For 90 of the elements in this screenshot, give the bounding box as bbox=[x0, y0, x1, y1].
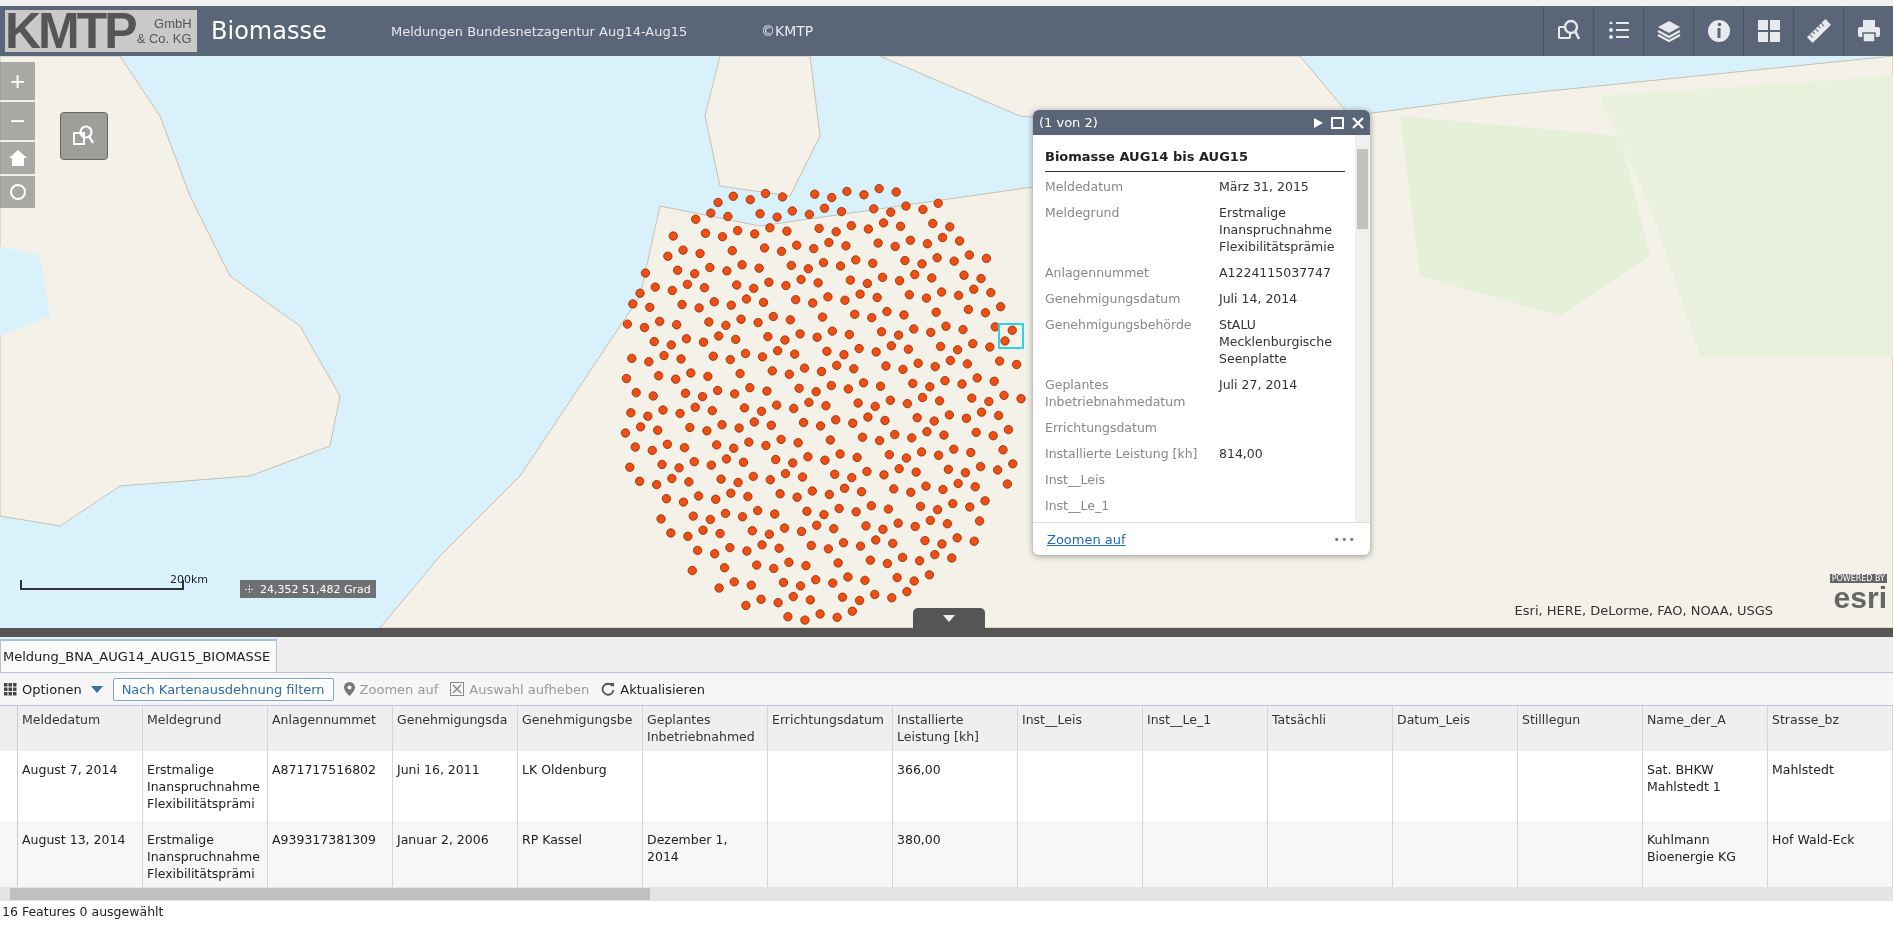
column-header[interactable]: Stilllegun bbox=[1518, 706, 1643, 751]
column-header[interactable]: Errichtungsdatum bbox=[768, 706, 893, 751]
home-button[interactable] bbox=[0, 142, 35, 174]
table-cell: Dezember 1, 2014 bbox=[643, 821, 768, 887]
app-subtitle: Meldungen Bundesnetzagentur Aug14-Aug15 bbox=[391, 23, 689, 39]
close-box-icon bbox=[450, 682, 465, 696]
caret-icon bbox=[943, 614, 955, 622]
table-cell: August 13, 2014 bbox=[18, 821, 143, 887]
column-header[interactable]: Installierte Leistung [kh] bbox=[893, 706, 1018, 751]
filter-button[interactable]: Nach Kartenausdehnung filtern bbox=[112, 677, 334, 701]
field-label: Geplantes Inbetriebnahmedatum bbox=[1045, 376, 1187, 410]
table-cell: 380,00 bbox=[893, 821, 1018, 887]
column-header[interactable]: Genehmigungsda bbox=[393, 706, 518, 751]
locate-icon bbox=[8, 183, 27, 201]
coordinates-text: 24,352 51,482 Grad bbox=[260, 582, 371, 596]
logo-subtext: GmbH bbox=[154, 16, 192, 31]
popup-pager: (1 von 2) bbox=[1039, 115, 1099, 130]
close-icon bbox=[1352, 116, 1364, 129]
field-value: Erstmalige Inanspruchnahme Flexibilitätsprämie bbox=[1219, 204, 1336, 255]
field-label: Errichtungsdatum bbox=[1045, 419, 1158, 436]
crosshair-icon bbox=[245, 584, 254, 594]
selection-highlight bbox=[998, 323, 1024, 349]
more-menu[interactable]: ••• bbox=[1333, 532, 1356, 546]
search-icon bbox=[72, 124, 96, 148]
column-header[interactable]: Meldedatum bbox=[18, 706, 143, 751]
close-button[interactable] bbox=[1352, 116, 1364, 129]
app-title: Biomasse bbox=[211, 17, 328, 45]
column-header[interactable]: Name_der_A bbox=[1643, 706, 1768, 751]
column-header[interactable]: Anlagennummet bbox=[268, 706, 393, 751]
column-header[interactable]: Geplantes Inbetriebnahmed bbox=[643, 706, 768, 751]
status-text: 16 Features 0 ausgewählt bbox=[1, 903, 165, 921]
scale-label: 200km bbox=[170, 573, 209, 586]
scrollbar[interactable] bbox=[1355, 135, 1370, 522]
grid-icon bbox=[1755, 18, 1782, 44]
options-button[interactable]: Optionen bbox=[2, 679, 105, 699]
caret-icon bbox=[90, 685, 103, 693]
column-header[interactable]: Genehmigungsbe bbox=[518, 706, 643, 751]
zoom-to-link[interactable]: Zoomen auf bbox=[1047, 531, 1126, 547]
logo-text: KMTP bbox=[5, 10, 135, 52]
collapse-handle[interactable] bbox=[913, 608, 985, 628]
column-header[interactable]: Tatsächli bbox=[1268, 706, 1393, 751]
next-button[interactable] bbox=[1314, 117, 1323, 128]
field-value: Juli 14, 2014 bbox=[1219, 290, 1299, 307]
powered-by-text: POWERED BY bbox=[1829, 574, 1887, 583]
table-cell: Januar 2, 2006 bbox=[393, 821, 518, 887]
table-cell: RP Kassel bbox=[518, 821, 643, 887]
field-value: 814,00 bbox=[1219, 445, 1264, 462]
search-button[interactable] bbox=[60, 112, 108, 160]
table-cell: Juni 16, 2011 bbox=[393, 751, 518, 821]
logo-subtext: & Co. KG bbox=[136, 31, 192, 46]
attribution-text: Esri, HERE, DeLorme, FAO, NOAA, USGS bbox=[1514, 603, 1773, 618]
pin-icon bbox=[343, 682, 355, 696]
column-header[interactable]: Inst__Le_1 bbox=[1143, 706, 1268, 751]
refresh-button[interactable]: Aktualisieren bbox=[599, 679, 707, 699]
refresh-icon bbox=[601, 682, 616, 696]
field-value: Juli 27, 2014 bbox=[1219, 376, 1299, 394]
field-label: Inst__Leis bbox=[1045, 471, 1106, 488]
esri-logo: esri bbox=[1833, 583, 1887, 613]
column-header[interactable]: Inst__Leis bbox=[1018, 706, 1143, 751]
table-tab[interactable]: Meldung_BNA_AUG14_AUG15_BIOMASSE bbox=[0, 639, 278, 672]
table-cell: Erstmalige Inanspruchnahme Flexibilitätsprämi bbox=[143, 821, 268, 887]
column-header[interactable]: Strasse_bz bbox=[1768, 706, 1893, 751]
table-cell: A939317381309 bbox=[268, 821, 393, 887]
table-cell: Kuhlmann Bioenergie KG bbox=[1643, 821, 1768, 887]
play-icon bbox=[1314, 117, 1323, 128]
maximize-button[interactable] bbox=[1331, 116, 1344, 129]
field-value: StALU Mecklenburgische Seenplatte bbox=[1219, 316, 1333, 367]
column-header[interactable]: Meldegrund bbox=[143, 706, 268, 751]
horizontal-scrollbar[interactable] bbox=[0, 887, 1893, 901]
maximize-icon bbox=[1331, 116, 1344, 129]
column-header[interactable]: Datum_Leis bbox=[1393, 706, 1518, 751]
field-label: Inst__Le_1 bbox=[1045, 497, 1111, 514]
field-label: Meldegrund bbox=[1045, 204, 1121, 222]
popup-title: Biomasse AUG14 bis AUG15 bbox=[1045, 143, 1345, 172]
field-label: Genehmigungsdatum bbox=[1045, 290, 1182, 307]
home-icon bbox=[8, 150, 27, 166]
printer-icon bbox=[1855, 18, 1882, 44]
field-value: A1224115037747 bbox=[1219, 264, 1332, 281]
info-icon bbox=[1705, 18, 1732, 44]
map-markers-drawing[interactable] bbox=[620, 184, 1026, 625]
layers-icon bbox=[1655, 18, 1682, 44]
table-cell: Hof Wald-Eck bbox=[1768, 821, 1893, 887]
grid-icon bbox=[4, 682, 17, 696]
field-label: Installierte Leistung [kh] bbox=[1045, 445, 1199, 462]
field-value: März 31, 2015 bbox=[1219, 178, 1310, 195]
copyright-text: ©KMTP bbox=[761, 23, 814, 39]
field-label: Genehmigungsbehörde bbox=[1045, 316, 1193, 334]
locate-button[interactable] bbox=[0, 176, 35, 208]
field-label: Anlagennummet bbox=[1045, 264, 1150, 281]
field-label: Meldedatum bbox=[1045, 178, 1125, 195]
